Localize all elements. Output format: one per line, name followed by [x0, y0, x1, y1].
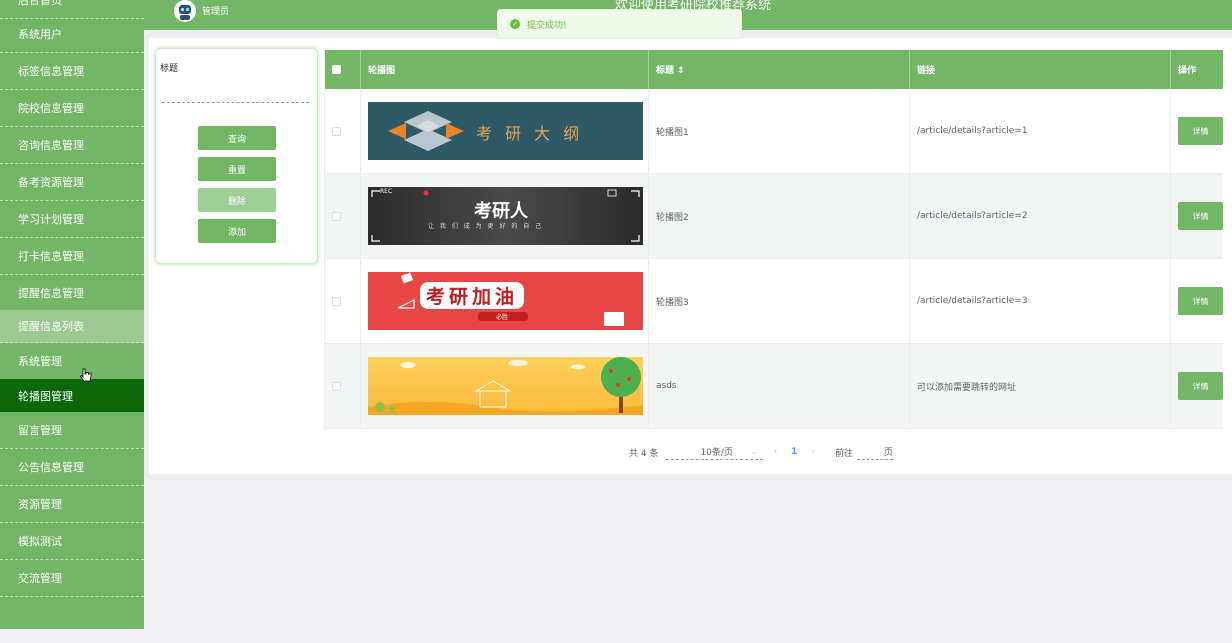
sidebar-item-mock-test[interactable]: 模拟测试	[0, 523, 144, 560]
table-header: 轮播图 标题 ⇕ 链接 操作	[325, 50, 1223, 89]
banner-text: 考研人	[474, 201, 528, 222]
row-title: asds	[649, 344, 910, 428]
goto-label: 前往	[834, 448, 853, 459]
sidebar-item-system-manage[interactable]: 系统管理	[0, 343, 144, 380]
row-title: 轮播图2	[649, 174, 910, 258]
check-circle-icon: ✓	[510, 19, 520, 29]
pagination-total: 共 4 条	[629, 448, 659, 459]
detail-button[interactable]: 详情	[1178, 372, 1223, 400]
query-button[interactable]: 查询	[198, 126, 276, 150]
carousel-table: 轮播图 标题 ⇕ 链接 操作 考 研 大 纲 轮播图1 /article/det…	[324, 50, 1223, 431]
sidebar-item-consult[interactable]: 咨询信息管理	[0, 127, 144, 164]
column-header-action: 操作	[1178, 66, 1197, 76]
row-checkbox[interactable]	[332, 296, 341, 306]
sidebar-item-resources[interactable]: 资源管理	[0, 486, 144, 523]
reset-button[interactable]: 重置	[198, 157, 276, 181]
row-link: 可以添加需要跳转的网址	[910, 344, 1171, 428]
sidebar-item-carousel[interactable]: 轮播图管理	[0, 379, 144, 412]
avatar[interactable]	[174, 0, 196, 22]
carousel-image-2: REC 考研人 让 我 们 成 为 更 好 的 自 己	[368, 187, 643, 245]
hand-cursor-icon	[80, 368, 92, 382]
sidebar-item-reminder-list[interactable]: 提醒信息列表	[0, 310, 144, 343]
detail-button[interactable]: 详情	[1178, 287, 1223, 315]
title-label: 标题	[160, 64, 179, 74]
page-size-value: 10条/页	[700, 448, 733, 458]
column-header-image: 轮播图	[361, 50, 649, 89]
banner-rec-label: REC	[380, 188, 393, 195]
column-header-title[interactable]: 标题 ⇕	[649, 50, 910, 89]
banner-subtext: 必胜	[496, 314, 509, 321]
page-unit-label: 页	[883, 448, 893, 458]
row-link: /article/details?article=1	[910, 89, 1171, 173]
banner-text: 考 研 大 纲	[476, 124, 584, 143]
delete-button[interactable]: 删除	[198, 188, 276, 212]
sidebar-item-resources-prep[interactable]: 备考资源管理	[0, 164, 144, 201]
school-tree-banner-graphic	[368, 357, 643, 415]
banner-text: 考研加油	[420, 282, 525, 309]
table-row: asds 可以添加需要跳转的网址 详情	[325, 344, 1223, 429]
goto-page-input[interactable]: 页	[856, 444, 893, 460]
detail-button[interactable]: 详情	[1178, 202, 1223, 230]
carousel-image-4	[368, 357, 643, 415]
column-header-link: 链接	[910, 50, 1171, 89]
pagination: 共 4 条 10条/页 ⌄ ‹ 1 › 前往 页	[629, 444, 893, 460]
row-title: 轮播图1	[649, 89, 910, 173]
sidebar-item-messages[interactable]: 留言管理	[0, 412, 144, 449]
select-all-cell	[325, 50, 361, 89]
select-all-checkbox[interactable]	[332, 65, 341, 74]
toast-message: 提交成功!	[527, 20, 567, 31]
banner-subtext: 让 我 们 成 为 更 好 的 自 己	[428, 223, 544, 230]
carousel-image-1: 考 研 大 纲	[368, 102, 643, 160]
success-toast: ✓ 提交成功!	[497, 9, 742, 39]
row-checkbox[interactable]	[332, 381, 341, 391]
table-row: 考研加油 必胜 轮播图3 /article/details?article=3 …	[325, 259, 1223, 344]
row-checkbox[interactable]	[332, 211, 341, 221]
table-row: 考 研 大 纲 轮播图1 /article/details?article=1 …	[325, 89, 1223, 174]
sidebar: 后台首页 系统用户 标签信息管理 院校信息管理 咨询信息管理 备考资源管理 学习…	[0, 0, 144, 629]
sidebar-item-exchange[interactable]: 交流管理	[0, 560, 144, 597]
sidebar-item-system-users[interactable]: 系统用户	[0, 16, 144, 53]
row-link: /article/details?article=2	[910, 174, 1171, 258]
row-title: 轮播图3	[649, 259, 910, 343]
sidebar-item-study-plan[interactable]: 学习计划管理	[0, 201, 144, 238]
page-size-select[interactable]: 10条/页 ⌄	[666, 444, 764, 460]
sidebar-item-schools[interactable]: 院校信息管理	[0, 90, 144, 127]
sidebar-item-tags[interactable]: 标签信息管理	[0, 53, 144, 90]
sidebar-item-checkin[interactable]: 打卡信息管理	[0, 238, 144, 275]
prev-page-button[interactable]: ‹	[773, 447, 777, 457]
next-page-button[interactable]: ›	[811, 447, 815, 457]
carousel-image-3: 考研加油 必胜	[368, 272, 643, 330]
robot-avatar-icon	[174, 0, 196, 22]
sidebar-item-announcements[interactable]: 公告信息管理	[0, 449, 144, 486]
title-search-input[interactable]	[162, 79, 309, 103]
chevron-down-icon: ⌄	[750, 447, 758, 456]
row-checkbox[interactable]	[332, 126, 341, 136]
detail-button[interactable]: 详情	[1178, 117, 1223, 145]
row-link: /article/details?article=3	[910, 259, 1171, 343]
user-role-label: 管理员	[202, 7, 230, 17]
sidebar-item-reminder[interactable]: 提醒信息管理	[0, 275, 144, 312]
page-number-current[interactable]: 1	[791, 447, 797, 457]
table-row: REC 考研人 让 我 们 成 为 更 好 的 自 己 轮播图2 /articl…	[325, 174, 1223, 259]
search-panel: 标题 查询 重置 删除 添加	[155, 48, 318, 264]
add-button[interactable]: 添加	[198, 219, 276, 243]
